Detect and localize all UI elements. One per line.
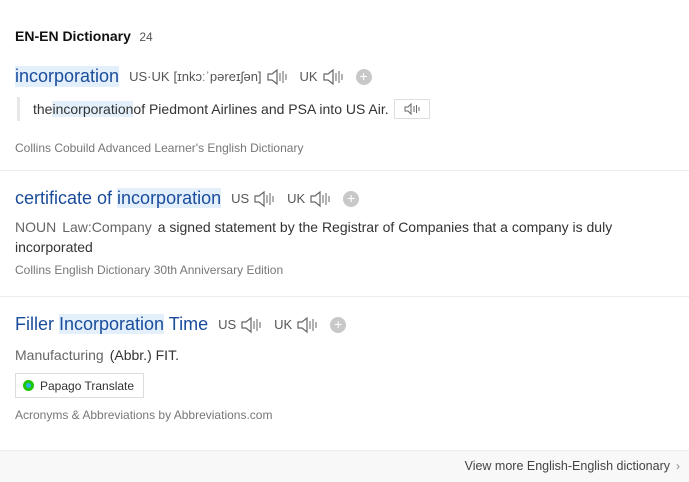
definition-text: (Abbr.) FIT. xyxy=(109,347,179,363)
entry-certificate-of-incorporation: certificate of incorporation US UK + NOU… xyxy=(15,188,689,277)
entry-term[interactable]: incorporation xyxy=(15,66,120,87)
example-post: of Piedmont Airlines and PSA into US Air… xyxy=(133,101,389,117)
us-label: US xyxy=(231,191,250,206)
example-pre: the xyxy=(33,101,53,117)
view-more-label: View more English-English dictionary xyxy=(464,459,670,473)
plus-icon[interactable]: + xyxy=(355,68,372,85)
entry-incorporation: incorporation US·UK [ɪnkɔːˈpəreɪʃən] UK … xyxy=(15,66,689,155)
definition: Manufacturing (Abbr.) FIT. xyxy=(15,345,689,365)
speaker-icon[interactable] xyxy=(240,316,264,334)
example-sentence: the incorporation of Piedmont Airlines a… xyxy=(15,97,689,121)
term-text: Filler xyxy=(15,314,59,334)
speaker-icon[interactable] xyxy=(322,68,346,86)
entry-source: Collins Cobuild Advanced Learner's Engli… xyxy=(15,141,304,155)
speaker-icon[interactable] xyxy=(309,190,333,208)
domain-label: Law:Company xyxy=(62,219,152,235)
plus-icon[interactable]: + xyxy=(330,316,347,333)
pronunciation-label: US·UK xyxy=(129,69,170,84)
domain-label: Manufacturing xyxy=(15,347,104,363)
chevron-right-icon: › xyxy=(676,459,680,473)
uk-label: UK xyxy=(299,69,318,84)
divider xyxy=(0,296,689,297)
footer-bar: View more English-English dictionary › xyxy=(0,450,689,482)
speaker-icon[interactable] xyxy=(266,68,290,86)
papago-translate-button[interactable]: Papago Translate xyxy=(15,373,145,398)
plus-icon[interactable]: + xyxy=(343,190,360,207)
result-count: 24 xyxy=(139,30,153,44)
example-highlight: incorporation xyxy=(52,101,134,117)
entry-term[interactable]: certificate of incorporation xyxy=(15,188,222,209)
ipa-text: [ɪnkɔːˈpəreɪʃən] xyxy=(173,69,262,84)
term-highlight: incorporation xyxy=(117,188,222,208)
term-text: Time xyxy=(164,314,209,334)
papago-logo-icon xyxy=(23,380,34,391)
speaker-icon[interactable] xyxy=(296,316,320,334)
speaker-icon[interactable] xyxy=(393,99,430,119)
view-more-link[interactable]: View more English-English dictionary › xyxy=(465,459,680,473)
part-of-speech: NOUN xyxy=(15,219,57,235)
entry-filler-incorporation-time: Filler Incorporation Time US UK + Manufa… xyxy=(15,314,689,422)
dictionary-title: EN-EN Dictionary xyxy=(15,28,131,44)
entry-source: Acronyms & Abbreviations by Abbreviation… xyxy=(15,408,273,422)
speaker-icon[interactable] xyxy=(253,190,277,208)
entry-source: Collins English Dictionary 30th Annivers… xyxy=(15,263,284,277)
us-label: US xyxy=(218,317,237,332)
uk-label: UK xyxy=(287,191,306,206)
papago-translate-label: Papago Translate xyxy=(40,378,135,393)
entry-term[interactable]: Filler Incorporation Time xyxy=(15,314,208,335)
term-text: certificate of xyxy=(15,188,118,208)
divider xyxy=(0,170,689,171)
dictionary-header: EN-EN Dictionary 24 xyxy=(15,28,153,46)
term-highlight: Incorporation xyxy=(59,314,165,334)
definition: NOUN Law:Company a signed statement by the… xyxy=(15,217,625,257)
uk-label: UK xyxy=(274,317,293,332)
